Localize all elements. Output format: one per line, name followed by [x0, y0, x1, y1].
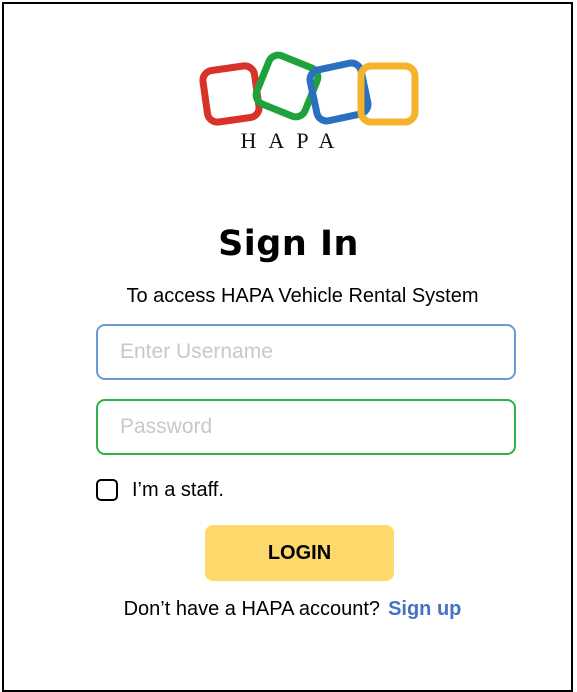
login-button[interactable]: LOGIN: [205, 525, 394, 581]
staff-checkbox[interactable]: [96, 479, 118, 501]
page-title: Sign In: [218, 224, 359, 264]
brand-name: HAPA: [240, 128, 347, 153]
username-input[interactable]: [96, 324, 516, 380]
page-subtitle: To access HAPA Vehicle Rental System: [126, 285, 479, 307]
signup-prompt-row: Don’t have a HAPA account? Sign up: [0, 598, 577, 621]
signup-prompt-text: Don’t have a HAPA account?: [123, 598, 381, 620]
staff-checkbox-label: I’m a staff.: [132, 478, 224, 501]
staff-checkbox-row[interactable]: I’m a staff.: [96, 475, 224, 505]
password-input[interactable]: [96, 399, 516, 455]
signup-link[interactable]: Sign up: [388, 598, 461, 620]
